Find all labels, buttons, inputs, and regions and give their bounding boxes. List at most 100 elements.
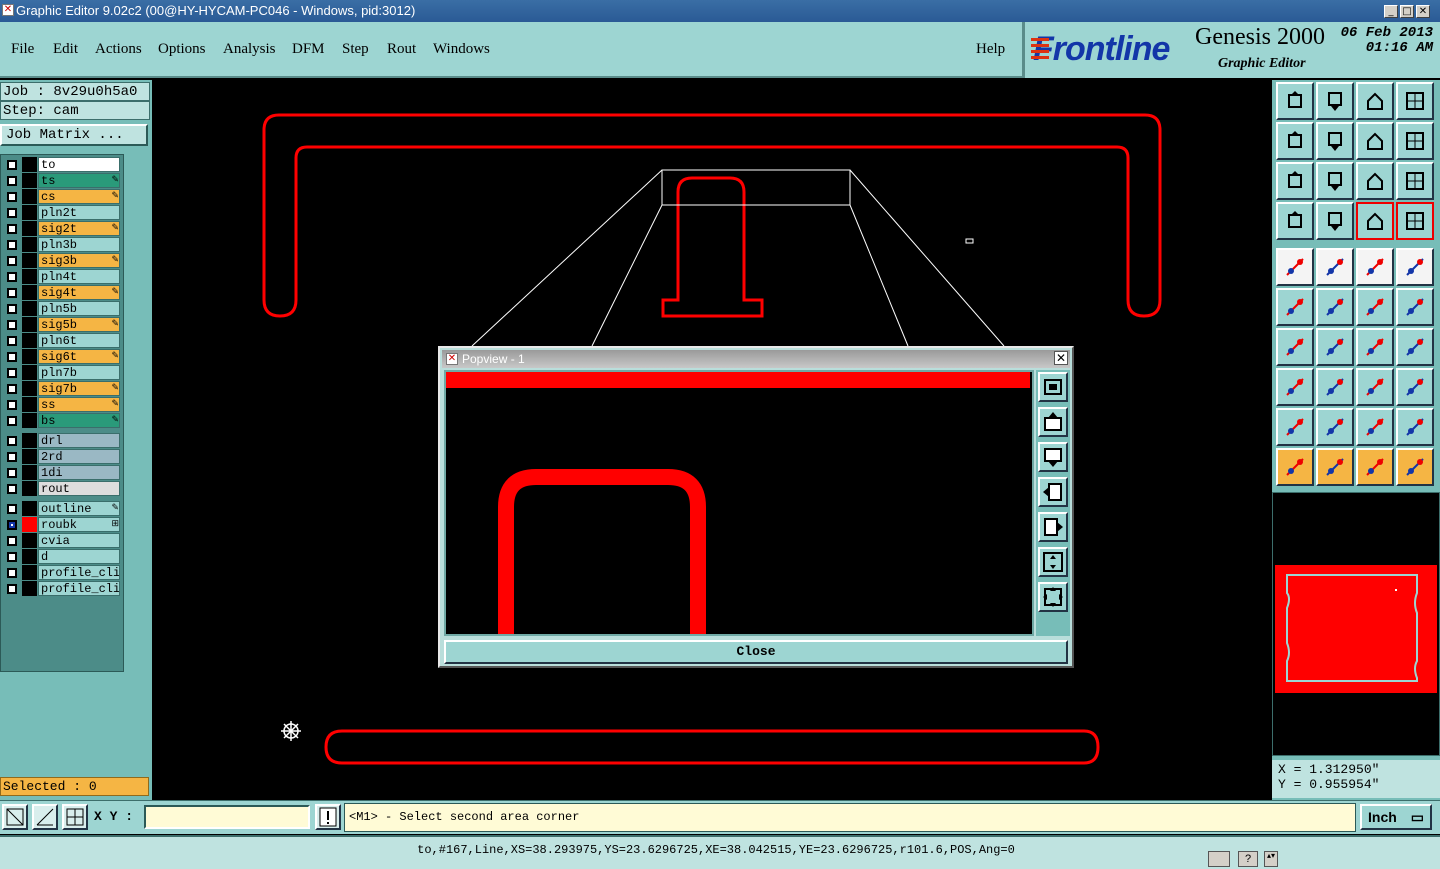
- triangle-arch-icon[interactable]: [1356, 408, 1394, 446]
- layer-row[interactable]: sig3b ✎: [3, 253, 121, 269]
- layer-swatch[interactable]: [22, 413, 37, 428]
- layer-row[interactable]: roubk ⊞: [3, 517, 121, 533]
- copy-icon[interactable]: [1276, 368, 1314, 406]
- layer-checkbox[interactable]: [7, 520, 17, 530]
- layer-swatch[interactable]: [22, 237, 37, 252]
- menu-rout[interactable]: Rout: [387, 41, 416, 58]
- close-window-button[interactable]: ✕: [1416, 5, 1430, 18]
- layer-name[interactable]: ss: [38, 397, 120, 412]
- grid-icon[interactable]: [1396, 82, 1434, 120]
- layer-checkbox[interactable]: [7, 504, 17, 514]
- layer-name[interactable]: 1di: [38, 465, 120, 480]
- layer-swatch[interactable]: [22, 221, 37, 236]
- layer-row[interactable]: 2rd: [3, 449, 121, 465]
- resize-icon[interactable]: [1316, 368, 1354, 406]
- menu-edit[interactable]: Edit: [53, 41, 78, 58]
- layer-checkbox[interactable]: [7, 176, 17, 186]
- layer-row[interactable]: sig6t ✎: [3, 349, 121, 365]
- layer-swatch[interactable]: [22, 465, 37, 480]
- layer-row[interactable]: bs ✎: [3, 413, 121, 429]
- arc-icon[interactable]: [1356, 328, 1394, 366]
- layer-row[interactable]: pln6t: [3, 333, 121, 349]
- zoom-home-icon[interactable]: [1276, 82, 1314, 120]
- layer-name[interactable]: cvia: [38, 533, 120, 548]
- menu-analysis[interactable]: Analysis: [223, 41, 276, 58]
- menu-options[interactable]: Options: [158, 41, 206, 58]
- layer-row[interactable]: pln7b: [3, 365, 121, 381]
- menu-dfm[interactable]: DFM: [292, 41, 325, 58]
- angle-icon[interactable]: [1276, 328, 1314, 366]
- layer-name[interactable]: bs: [38, 413, 120, 428]
- layer-row[interactable]: outline ✎: [3, 501, 121, 517]
- pad-icon[interactable]: [1276, 248, 1314, 286]
- popview-fit-icon[interactable]: [1038, 547, 1068, 577]
- layer-swatch[interactable]: [22, 333, 37, 348]
- layer-checkbox[interactable]: [7, 336, 17, 346]
- layer-row[interactable]: rout: [3, 481, 121, 497]
- layer-name[interactable]: sig2t: [38, 221, 120, 236]
- layer-checkbox[interactable]: [7, 320, 17, 330]
- layer-checkbox[interactable]: [7, 536, 17, 546]
- scale-icon[interactable]: [1356, 162, 1394, 200]
- layer-checkbox[interactable]: [7, 224, 17, 234]
- layer-name[interactable]: profile_cli: [38, 581, 120, 596]
- layer-checkbox[interactable]: [7, 208, 17, 218]
- keyboard-icon[interactable]: [1208, 851, 1230, 867]
- layer-row[interactable]: 1di: [3, 465, 121, 481]
- layer-swatch[interactable]: [22, 549, 37, 564]
- cross-icon[interactable]: [1316, 288, 1354, 326]
- layer-name[interactable]: sig4t: [38, 285, 120, 300]
- popview-pan-down-icon[interactable]: [1038, 442, 1068, 472]
- layer-checkbox[interactable]: [7, 552, 17, 562]
- menu-file[interactable]: File: [11, 41, 34, 58]
- layer-swatch[interactable]: [22, 581, 37, 596]
- maximize-button[interactable]: □: [1400, 5, 1414, 18]
- layer-swatch[interactable]: [22, 269, 37, 284]
- layer-swatch[interactable]: [22, 157, 37, 172]
- layer-row[interactable]: cvia: [3, 533, 121, 549]
- layer-name[interactable]: pln4t: [38, 269, 120, 284]
- layer-checkbox[interactable]: [7, 568, 17, 578]
- layer-swatch[interactable]: [22, 189, 37, 204]
- layer-checkbox[interactable]: [7, 468, 17, 478]
- layer-checkbox[interactable]: [7, 240, 17, 250]
- pointer-circle-icon[interactable]: [1356, 448, 1394, 486]
- menu-step[interactable]: Step: [342, 41, 369, 58]
- layer-name[interactable]: pln5b: [38, 301, 120, 316]
- snap-icon[interactable]: [1356, 122, 1394, 160]
- layer-name[interactable]: cs: [38, 189, 120, 204]
- menu-arrows-icon[interactable]: ▴▾: [1264, 851, 1278, 867]
- layer-swatch[interactable]: [22, 253, 37, 268]
- ruler-icon[interactable]: [1356, 248, 1394, 286]
- layer-name[interactable]: pln3b: [38, 237, 120, 252]
- zoom-in-icon[interactable]: [1316, 82, 1354, 120]
- layer-name[interactable]: rout: [38, 481, 120, 496]
- layer-name[interactable]: roubk: [38, 517, 120, 532]
- pan-left-icon[interactable]: [1276, 122, 1314, 160]
- popview-close-icon[interactable]: ✕: [1054, 351, 1068, 365]
- line-icon[interactable]: [1356, 288, 1394, 326]
- layer-checkbox[interactable]: [7, 272, 17, 282]
- route-icon[interactable]: [1396, 448, 1434, 486]
- menu-help[interactable]: Help: [976, 41, 1005, 58]
- fillet-icon[interactable]: [1356, 368, 1394, 406]
- help-icon[interactable]: [1396, 162, 1434, 200]
- layer-name[interactable]: d: [38, 549, 120, 564]
- layer-row[interactable]: d: [3, 549, 121, 565]
- popview-zoom-icon[interactable]: [1038, 372, 1068, 402]
- layer-swatch[interactable]: [22, 349, 37, 364]
- layer-name[interactable]: outline: [38, 501, 120, 516]
- popview-pan-left-icon[interactable]: [1038, 477, 1068, 507]
- layer-name[interactable]: sig5b: [38, 317, 120, 332]
- layer-row[interactable]: sig2t ✎: [3, 221, 121, 237]
- angle-mode-icon[interactable]: [32, 804, 58, 830]
- net-icon[interactable]: [1356, 202, 1394, 240]
- layer-name[interactable]: ts: [38, 173, 120, 188]
- layer-checkbox[interactable]: [7, 384, 17, 394]
- layer-swatch[interactable]: [22, 365, 37, 380]
- layer-swatch[interactable]: [22, 533, 37, 548]
- layer-row[interactable]: pln3b: [3, 237, 121, 253]
- layer-swatch[interactable]: [22, 173, 37, 188]
- popview-pan-up-icon[interactable]: [1038, 407, 1068, 437]
- layer-row[interactable]: sig4t ✎: [3, 285, 121, 301]
